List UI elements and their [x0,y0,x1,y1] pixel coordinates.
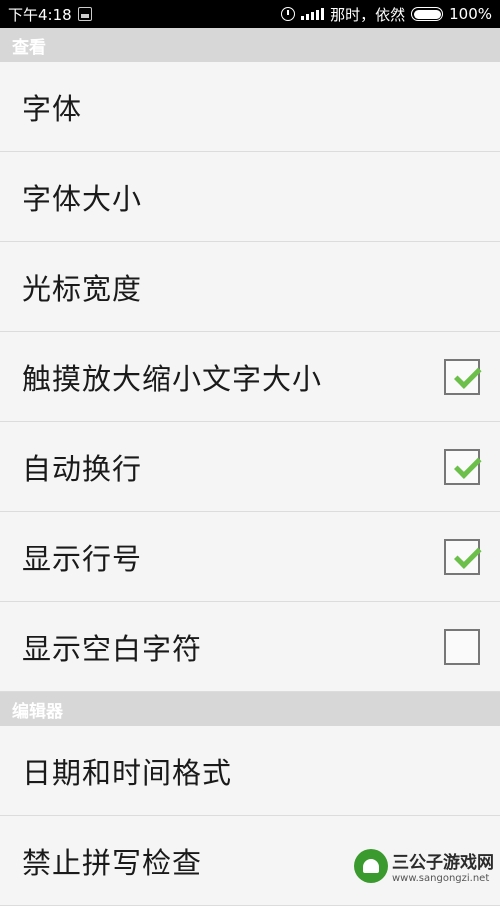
status-time: 下午4:18 [8,5,72,24]
check-icon [454,540,482,569]
section-title: 编辑器 [12,701,63,722]
watermark: 三公子游戏网 www.sangongzi.net [354,847,494,885]
status-bar-left: 下午4:18 [8,4,92,25]
status-bar-right: 那时，依然 100% [281,4,492,25]
pinch-zoom-checkbox[interactable] [444,358,482,395]
watermark-title: 三公子游戏网 [392,853,494,873]
signal-icon [301,8,325,20]
setting-label: 自动换行 [22,451,143,486]
setting-pinch-zoom[interactable]: 触摸放大缩小文字大小 [0,332,500,422]
setting-label: 日期和时间格式 [22,755,233,790]
setting-label: 触摸放大缩小文字大小 [22,361,323,396]
section-title: 查看 [12,37,46,58]
setting-label: 光标宽度 [22,271,143,306]
battery-icon [411,7,444,21]
check-icon [454,360,482,389]
status-bar: 下午4:18 那时，依然 100% [0,0,500,28]
check-icon [454,450,482,479]
word-wrap-checkbox[interactable] [444,448,482,485]
section-header-view: 查看 [0,28,500,62]
setting-label: 字体大小 [22,181,143,216]
setting-label: 禁止拼写检查 [22,845,203,880]
alarm-icon [281,7,296,21]
setting-label: 显示行号 [22,541,143,576]
setting-font[interactable]: 字体 [0,62,500,152]
show-whitespace-checkbox[interactable] [444,628,480,665]
setting-line-numbers[interactable]: 显示行号 [0,512,500,602]
setting-word-wrap[interactable]: 自动换行 [0,422,500,512]
setting-label: 字体 [22,91,83,126]
setting-font-size[interactable]: 字体大小 [0,152,500,242]
line-numbers-checkbox[interactable] [444,538,482,575]
watermark-url: www.sangongzi.net [392,873,490,884]
battery-percent: 100% [449,5,492,23]
setting-show-whitespace[interactable]: 显示空白字符 [0,602,500,692]
setting-label: 显示空白字符 [22,631,203,666]
carrier-name: 那时，依然 [330,5,406,24]
setting-cursor-width[interactable]: 光标宽度 [0,242,500,332]
setting-date-time-format[interactable]: 日期和时间格式 [0,726,500,816]
section-header-editor: 编辑器 [0,692,500,726]
image-notification-icon [77,7,92,21]
android-logo-icon [354,849,388,883]
